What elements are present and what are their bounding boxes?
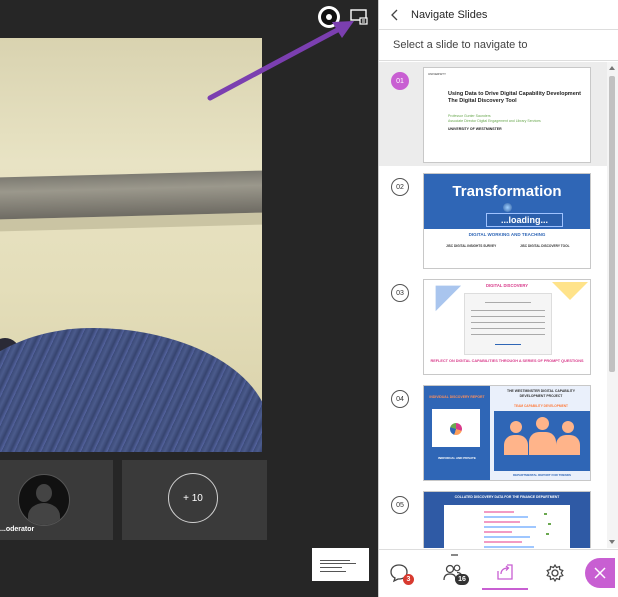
slide-number: 02 bbox=[391, 178, 409, 196]
share-content-icon bbox=[497, 564, 513, 580]
attendees-badge: 16 bbox=[455, 574, 469, 585]
slide-loading-label: ...loading... bbox=[486, 213, 563, 227]
main-video-feed bbox=[0, 38, 262, 452]
slide-left-title: INDIVIDUAL DISCOVERY REPORT bbox=[429, 395, 485, 399]
slide-item-02[interactable]: 02 Transformation ...loading... DIGITAL … bbox=[379, 168, 607, 272]
slide-number: 04 bbox=[391, 390, 409, 408]
slide-item-04[interactable]: 04 INDIVIDUAL DISCOVERY REPORT INDIVIDUA… bbox=[379, 380, 607, 484]
panel-title: Navigate Slides bbox=[411, 8, 488, 21]
video-top-controls bbox=[318, 6, 370, 28]
scroll-up-icon[interactable] bbox=[609, 66, 615, 70]
chat-button[interactable]: 3 bbox=[381, 556, 417, 590]
slide-list: 01 UNIVERSITY Using Data to Drive Digita… bbox=[379, 62, 607, 548]
team-icon bbox=[494, 411, 590, 471]
slide-item-03[interactable]: 03 DIGITAL DISCOVERY REFLECT ON DIGITAL … bbox=[379, 274, 607, 378]
slide-footer: REFLECT ON DIGITAL CAPABILITIES THROUGH … bbox=[430, 359, 584, 363]
moderator-label: ...oderator bbox=[0, 526, 35, 533]
video-wall-rail bbox=[0, 170, 262, 220]
slide-item-01[interactable]: 01 UNIVERSITY Using Data to Drive Digita… bbox=[379, 62, 607, 166]
participant-tile-more: + 10 bbox=[122, 460, 267, 540]
slide-list-scrollbar[interactable] bbox=[607, 62, 618, 548]
slide-right-footer: DEPARTMENTAL REPORT FOR TRENDS bbox=[512, 473, 571, 477]
slide-right-subtitle: TEAM CAPABILITY DEVELOPMENT bbox=[514, 404, 568, 408]
slide-left-panel: INDIVIDUAL DISCOVERY REPORT INDIVIDUAL A… bbox=[424, 386, 490, 480]
slide-item-05[interactable]: 05 COLLATED DISCOVERY DATA FOR THE FINAN… bbox=[379, 486, 607, 548]
close-panel-button[interactable] bbox=[585, 558, 615, 588]
slide-left-footer: INDIVIDUAL AND PRIVATE bbox=[438, 456, 476, 460]
picture-in-picture-icon bbox=[350, 9, 368, 25]
attendees-indicator bbox=[451, 554, 458, 556]
slide-subtitle: DIGITAL WORKING AND TEACHING bbox=[468, 232, 546, 237]
slide-title: DIGITAL DISCOVERY bbox=[485, 283, 529, 288]
slide-institution: UNIVERSITY OF WESTMINSTER bbox=[448, 127, 502, 131]
slide-chart-image bbox=[444, 505, 570, 548]
settings-button[interactable] bbox=[537, 556, 573, 590]
panel-subtitle: Select a slide to navigate to bbox=[379, 30, 618, 61]
scroll-down-icon[interactable] bbox=[609, 540, 615, 544]
video-person-sweater bbox=[0, 328, 262, 452]
slide-presenter: Professor Gunter Saunders Associate Dire… bbox=[448, 114, 541, 124]
slide-right-title: THE WESTMINSTER DIGITAL CAPABILITY DEVEL… bbox=[507, 389, 575, 398]
slide-number: 01 bbox=[391, 72, 409, 90]
slide-presenter-line2: Associate Director Digital Engagement an… bbox=[448, 119, 541, 123]
slide-right-label: JISC DIGITAL DISCOVERY TOOL bbox=[520, 244, 570, 248]
layout-button[interactable] bbox=[348, 6, 370, 28]
back-chevron-icon[interactable] bbox=[391, 8, 405, 22]
chat-badge: 3 bbox=[403, 574, 414, 585]
collaborate-toolbar: 3 16 bbox=[379, 549, 618, 597]
slide-thumbnail[interactable]: DIGITAL DISCOVERY REFLECT ON DIGITAL CAP… bbox=[423, 279, 591, 375]
stop-share-button[interactable] bbox=[318, 6, 340, 28]
slide-title: Using Data to Drive Digital Capability D… bbox=[448, 91, 581, 104]
slide-title: Transformation bbox=[452, 183, 562, 200]
slide-document-image bbox=[464, 293, 552, 355]
slide-thumbnail[interactable]: Transformation ...loading... DIGITAL WOR… bbox=[423, 173, 591, 269]
scroll-thumb[interactable] bbox=[609, 76, 615, 372]
gear-icon bbox=[546, 563, 564, 583]
slide-title: COLLATED DISCOVERY DATA FOR THE FINANCE … bbox=[454, 495, 560, 499]
globe-icon bbox=[503, 203, 512, 212]
panel-header: Navigate Slides bbox=[379, 0, 618, 30]
slide-thumbnail[interactable]: UNIVERSITY Using Data to Drive Digital C… bbox=[423, 67, 591, 163]
record-icon bbox=[321, 9, 337, 25]
attendees-button[interactable]: 16 bbox=[435, 554, 471, 590]
slide-thumbnail[interactable]: INDIVIDUAL DISCOVERY REPORT INDIVIDUAL A… bbox=[423, 385, 591, 481]
slide-thumbnail[interactable]: COLLATED DISCOVERY DATA FOR THE FINANCE … bbox=[423, 491, 591, 548]
current-slide-preview[interactable] bbox=[312, 548, 369, 581]
pie-chart-icon bbox=[450, 423, 462, 435]
more-participants-button[interactable]: + 10 bbox=[168, 473, 218, 523]
participant-tile-moderator[interactable]: ...oderator bbox=[0, 460, 113, 540]
navigate-slides-panel: Navigate Slides Select a slide to naviga… bbox=[378, 0, 618, 597]
share-content-button[interactable] bbox=[482, 556, 528, 590]
slide-band: DIGITAL WORKING AND TEACHING JISC DIGITA… bbox=[424, 229, 590, 268]
slide-logo: UNIVERSITY bbox=[428, 72, 447, 76]
avatar bbox=[18, 474, 70, 526]
slide-number: 05 bbox=[391, 496, 409, 514]
video-area: ...oderator + 10 bbox=[0, 0, 378, 597]
slide-left-label: JISC DIGITAL INSIGHTS SURVEY bbox=[446, 244, 497, 248]
close-icon bbox=[594, 567, 606, 579]
slide-number: 03 bbox=[391, 284, 409, 302]
